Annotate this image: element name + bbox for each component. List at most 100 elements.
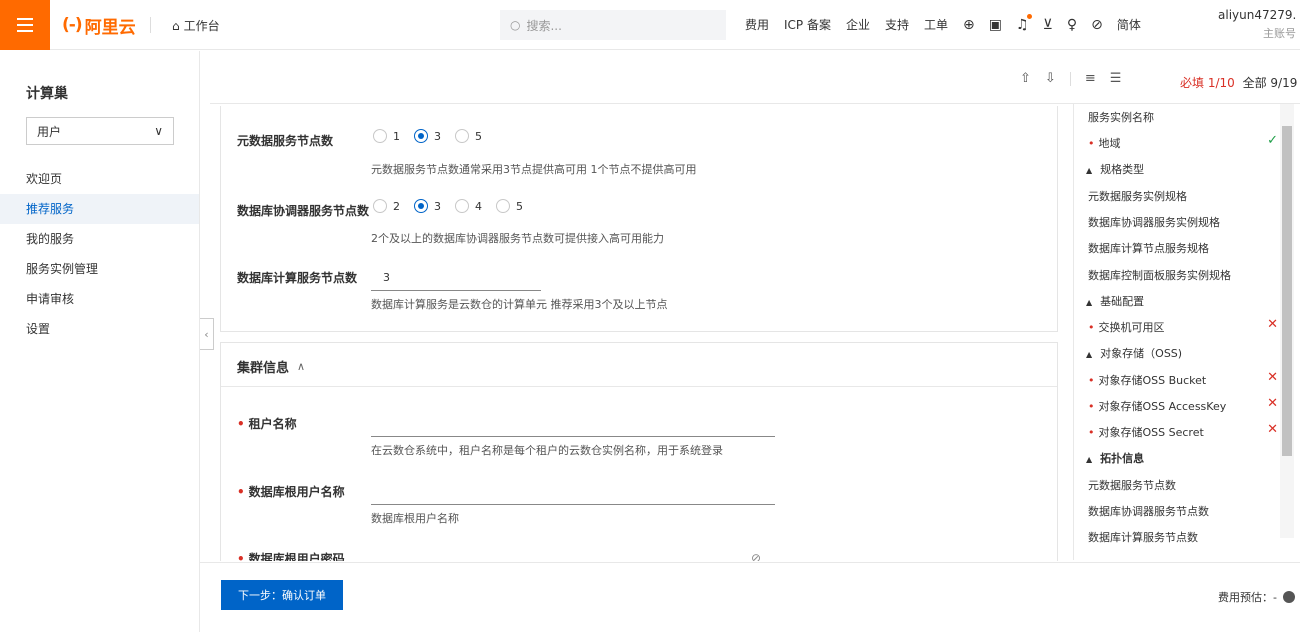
global-search-input[interactable]: ○ 搜索... bbox=[500, 10, 726, 40]
outline-item[interactable]: 数据库计算服务节点数 bbox=[1088, 529, 1278, 545]
language-switch[interactable]: 简体 bbox=[1117, 16, 1141, 33]
top-nav-links: 费用 ICP 备案 企业 支持 工单 ⊕ ▣ ♫ ⊻ ♀ ⊘ 简体 bbox=[745, 13, 1156, 33]
outline-label: 数据库协调器服务实例规格 bbox=[1088, 216, 1220, 229]
nav-ticket[interactable]: 工单 bbox=[924, 16, 948, 33]
outline-item[interactable]: 数据库计算节点服务规格 bbox=[1088, 240, 1278, 256]
outline-item[interactable]: 元数据服务节点数 bbox=[1088, 477, 1278, 493]
eye-slash-icon[interactable]: ⊘ bbox=[751, 551, 761, 561]
bell-icon[interactable]: ♫ bbox=[1016, 13, 1032, 33]
role-select-value: 用户 bbox=[37, 124, 62, 139]
compute-nodes-help: 数据库计算服务是云数仓的计算单元 推荐采用3个及以上节点 bbox=[371, 298, 668, 311]
radio-circle bbox=[414, 129, 428, 143]
root-user-input[interactable] bbox=[371, 479, 775, 505]
outline-group[interactable]: ▲ 对象存储（OSS) bbox=[1086, 345, 1276, 361]
sidebar-item-my-services[interactable]: 我的服务 bbox=[0, 224, 199, 254]
outline-item[interactable]: • 对象存储OSS AccessKey ✕ bbox=[1088, 396, 1278, 414]
radio-option[interactable]: 5 bbox=[496, 199, 523, 213]
outline-scrollbar[interactable] bbox=[1280, 104, 1294, 538]
compute-nodes-input[interactable]: 3 bbox=[371, 265, 541, 291]
outline-item[interactable]: • 对象存储OSS Bucket ✕ bbox=[1088, 370, 1278, 388]
workbench-link[interactable]: ⌂ 工作台 bbox=[172, 17, 220, 34]
radio-option[interactable]: 3 bbox=[414, 129, 441, 143]
cart-icon[interactable]: ⊻ bbox=[1043, 17, 1053, 33]
divider bbox=[1069, 71, 1071, 86]
divider bbox=[150, 17, 151, 33]
sidebar-item-settings[interactable]: 设置 bbox=[0, 314, 199, 344]
sidebar-item-approvals[interactable]: 申请审核 bbox=[0, 284, 199, 314]
outline-group[interactable]: ▲ 规格类型 bbox=[1086, 161, 1276, 177]
role-select[interactable]: 用户 ∨ bbox=[26, 117, 174, 145]
menu-line bbox=[17, 18, 33, 20]
sidebar-nav: 欢迎页 推荐服务 我的服务 服务实例管理 申请审核 设置 bbox=[0, 164, 199, 344]
outline-label: 对象存储OSS Secret bbox=[1098, 426, 1204, 439]
outline-item[interactable]: 元数据服务实例规格 bbox=[1088, 188, 1278, 204]
coordinator-nodes-label: 数据库协调器服务节点数 bbox=[237, 204, 370, 218]
required-star: • bbox=[1088, 426, 1095, 439]
divider bbox=[221, 386, 1057, 387]
sidebar-item-recommended[interactable]: 推荐服务 bbox=[0, 194, 199, 224]
footer-bar: 下一步：确认订单 费用预估：- bbox=[200, 562, 1300, 632]
topology-card: 元数据服务节点数 1 3 5 元数据服务节点数通常采用3节点提供高可用 1个节点… bbox=[220, 106, 1058, 332]
sidebar-collapse-button[interactable]: ‹ bbox=[200, 318, 214, 350]
nav-fees[interactable]: 费用 bbox=[745, 16, 769, 33]
aliyun-logo[interactable]: (-) 阿里云 bbox=[62, 12, 136, 38]
outline-group[interactable]: ▲ 拓扑信息 bbox=[1086, 450, 1276, 466]
lightbulb-icon[interactable]: ♀ bbox=[1067, 17, 1077, 33]
required-filter[interactable]: 必填 1/10 bbox=[1180, 76, 1235, 90]
form-toolbar: ⇧ ⇩ ≡ ☰ 必填 1/10 全部 9/19 bbox=[210, 58, 1300, 104]
meta-nodes-label: 元数据服务节点数 bbox=[237, 134, 334, 148]
home-icon: ⌂ bbox=[172, 18, 180, 33]
sidebar-item-instances[interactable]: 服务实例管理 bbox=[0, 254, 199, 284]
error-x-icon: ✕ bbox=[1267, 370, 1278, 385]
fee-info-icon[interactable] bbox=[1282, 591, 1295, 603]
nav-icp[interactable]: ICP 备案 bbox=[784, 16, 831, 33]
outline-label: 数据库控制面板服务实例规格 bbox=[1088, 269, 1231, 282]
nav-support[interactable]: 支持 bbox=[885, 16, 909, 33]
all-filter[interactable]: 全部 9/19 bbox=[1243, 76, 1298, 90]
aliyun-logo-mark: (-) bbox=[62, 15, 83, 35]
radio-option[interactable]: 2 bbox=[373, 199, 400, 213]
outline-item[interactable]: 服务实例名称 bbox=[1088, 109, 1278, 125]
outline-label: 数据库协调器服务节点数 bbox=[1088, 505, 1209, 518]
required-star: • bbox=[1088, 400, 1095, 413]
sidebar-item-welcome[interactable]: 欢迎页 bbox=[0, 164, 199, 194]
upload-icon[interactable]: ⇧ bbox=[1020, 71, 1031, 86]
check-icon: ✓ bbox=[1267, 133, 1278, 148]
outline-item[interactable]: • 交换机可用区 ✕ bbox=[1088, 317, 1278, 335]
radio-circle bbox=[455, 199, 469, 213]
radio-option[interactable]: 3 bbox=[414, 199, 441, 213]
hamburger-menu-button[interactable] bbox=[0, 0, 50, 50]
scrollbar-thumb[interactable] bbox=[1282, 126, 1292, 456]
outline-item[interactable]: 数据库控制面板服务实例规格 bbox=[1088, 267, 1278, 283]
radio-option[interactable]: 4 bbox=[455, 199, 482, 213]
collapse-all-icon[interactable]: ☰ bbox=[1110, 71, 1122, 86]
outline-item[interactable]: • 对象存储OSS Secret ✕ bbox=[1088, 422, 1278, 440]
radio-option[interactable]: 1 bbox=[373, 129, 400, 143]
root-password-label: • 数据库根用户密码 bbox=[237, 550, 345, 561]
radio-label: 1 bbox=[393, 129, 400, 143]
radio-label: 4 bbox=[475, 199, 482, 213]
next-confirm-order-button[interactable]: 下一步：确认订单 bbox=[221, 580, 343, 610]
aliyun-logo-text: 阿里云 bbox=[84, 17, 136, 38]
required-star: • bbox=[1088, 321, 1095, 334]
expand-all-icon[interactable]: ≡ bbox=[1085, 71, 1096, 86]
tenant-name-input[interactable] bbox=[371, 411, 775, 437]
outline-item[interactable]: • 地域 ✓ bbox=[1088, 133, 1278, 151]
outline-group[interactable]: ▲ 基础配置 bbox=[1086, 293, 1276, 309]
outline-item[interactable]: 数据库协调器服务实例规格 bbox=[1088, 214, 1278, 230]
cluster-section-title: 集群信息 bbox=[237, 361, 290, 376]
outline-label: 地域 bbox=[1098, 137, 1121, 150]
radio-circle bbox=[373, 129, 387, 143]
cluster-info-card: 集群信息 ∧ • 租户名称 在云数仓系统中，租户名称是每个租户的云数仓实例名称，用… bbox=[220, 342, 1058, 561]
required-star: • bbox=[237, 485, 245, 499]
cluster-section-header[interactable]: 集群信息 ∧ bbox=[237, 357, 305, 376]
nav-enterprise[interactable]: 企业 bbox=[846, 16, 870, 33]
download-icon[interactable]: ⇩ bbox=[1045, 71, 1056, 86]
radio-option[interactable]: 5 bbox=[455, 129, 482, 143]
user-account-menu[interactable]: aliyun47279... 主账号 bbox=[1218, 8, 1296, 41]
help-icon[interactable]: ⊘ bbox=[1091, 17, 1103, 33]
outline-item[interactable]: 数据库协调器服务节点数 bbox=[1088, 503, 1278, 519]
terminal-icon[interactable]: ▣ bbox=[989, 17, 1002, 33]
cloud-shell-icon[interactable]: ⊕ bbox=[963, 17, 975, 33]
radio-label: 3 bbox=[434, 199, 441, 213]
